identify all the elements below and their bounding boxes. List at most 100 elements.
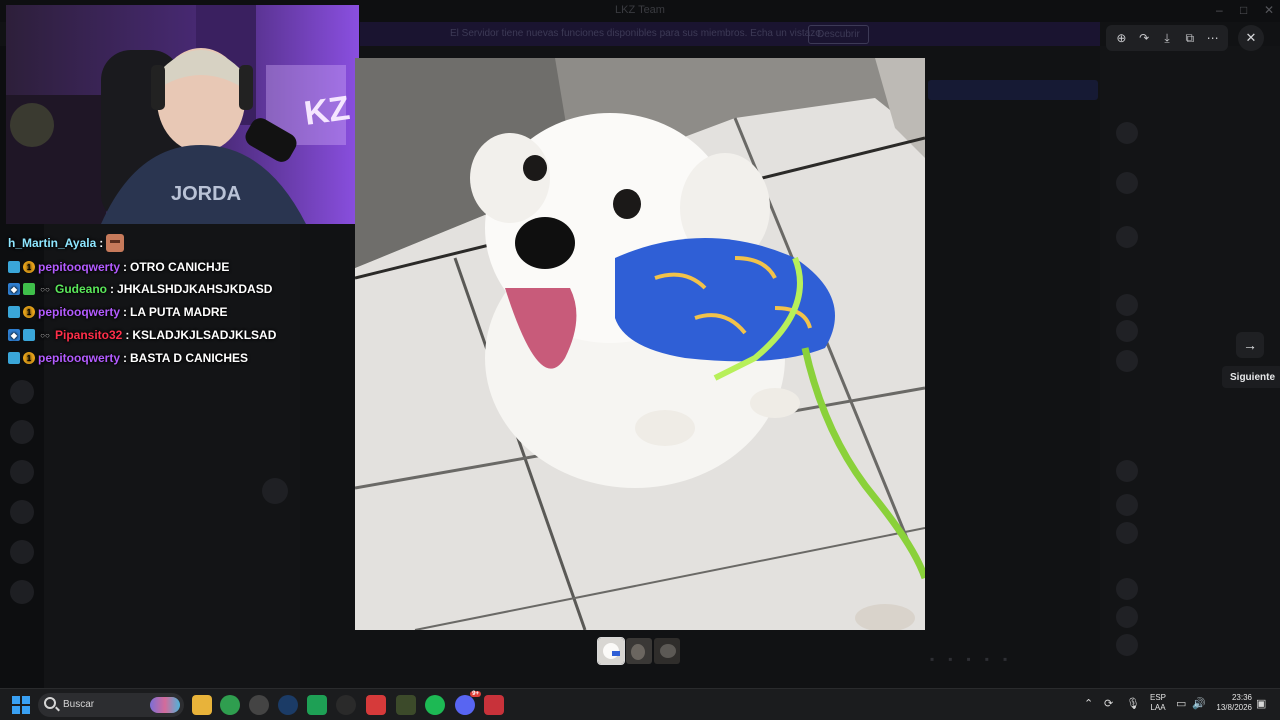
- server-icon[interactable]: [10, 380, 34, 404]
- close-viewer-button[interactable]: ✕: [1238, 25, 1264, 51]
- volume-icon[interactable]: 🔊: [1192, 697, 1206, 710]
- chat-message: LA PUTA MADRE: [130, 305, 228, 319]
- screen: LKZ Team – □ ✕ El Servidor tiene nuevas …: [0, 0, 1280, 720]
- svg-text:JORDA: JORDA: [171, 183, 241, 205]
- chat-line: ◆ ○○ Pipansito32 : KSLADJKJLSADJKLSAD: [8, 325, 276, 345]
- prime-badge-icon: [8, 352, 20, 364]
- chat-username: h_Martin_Ayala: [8, 236, 97, 250]
- prime-badge-icon: [23, 329, 35, 341]
- clock[interactable]: 23:36 13/8/2026: [1206, 693, 1252, 713]
- discord-icon[interactable]: 9+: [455, 691, 481, 715]
- windows-start-icon[interactable]: [12, 696, 30, 714]
- language-code: ESP: [1149, 693, 1166, 702]
- message-avatar: [262, 478, 288, 504]
- app-tool-icon[interactable]: [396, 695, 416, 715]
- vip-badge-icon: ◆: [8, 283, 20, 295]
- server-icon[interactable]: [10, 540, 34, 564]
- search-icon: [44, 697, 56, 709]
- webcam-overlay: KZ JORDA: [6, 5, 359, 224]
- epic-games-icon[interactable]: [336, 695, 356, 715]
- member-avatar: [1116, 172, 1138, 194]
- thumbnail[interactable]: [626, 638, 652, 664]
- member-avatar: [1116, 606, 1138, 628]
- chat-line: 1 pepitooqwerty : LA PUTA MADRE: [8, 302, 228, 322]
- member-avatar: [1116, 122, 1138, 144]
- sub-badge-icon: ○○: [40, 284, 50, 294]
- member-avatar: [1116, 522, 1138, 544]
- chat-username: pepitooqwerty: [38, 351, 121, 365]
- chat-separator: :: [110, 282, 115, 296]
- chat-separator: :: [125, 328, 130, 342]
- next-image-button[interactable]: →: [1236, 332, 1264, 358]
- chat-separator: :: [123, 305, 128, 319]
- bits-badge-icon: 1: [23, 261, 35, 273]
- thumbnail[interactable]: [597, 637, 625, 665]
- composer-icons: ▪▪▪▪▪: [930, 652, 1022, 666]
- app-red-icon[interactable]: [366, 695, 386, 715]
- taskbar-search[interactable]: Buscar: [38, 693, 184, 717]
- bits-badge-icon: 1: [23, 352, 35, 364]
- thumbnail-image: [626, 638, 652, 664]
- sheets-icon[interactable]: [307, 695, 327, 715]
- download-icon[interactable]: ⤓: [1157, 28, 1177, 48]
- window-close-icon[interactable]: ✕: [1264, 3, 1274, 17]
- next-tooltip: Siguiente: [1222, 366, 1280, 388]
- steam-icon[interactable]: [278, 695, 298, 715]
- chat-username: pepitooqwerty: [38, 305, 121, 319]
- network-icon[interactable]: ▭: [1176, 697, 1186, 710]
- viewer-toolbar: ⊕ ↷ ⤓ ⧉ ⋯: [1106, 25, 1228, 51]
- notice-banner: El Servidor tiene nuevas funciones dispo…: [360, 22, 1100, 46]
- member-avatar: [1116, 494, 1138, 516]
- close-icon: ✕: [1245, 30, 1257, 45]
- dimmed-pill: [928, 80, 1098, 100]
- chat-line: 1 pepitooqwerty : BASTA D CANICHES: [8, 348, 248, 368]
- gift-badge-icon: [23, 283, 35, 295]
- bits-badge-icon: 1: [23, 306, 35, 318]
- chat-username: Gudeano: [55, 282, 108, 296]
- chat-separator: :: [99, 236, 104, 250]
- more-icon[interactable]: ⋯: [1203, 28, 1223, 48]
- server-icon[interactable]: [10, 580, 34, 604]
- chat-separator: :: [123, 351, 128, 365]
- zoom-in-icon[interactable]: ⊕: [1111, 28, 1131, 48]
- minimize-icon[interactable]: –: [1216, 3, 1223, 17]
- thumbnail-image: [654, 638, 680, 664]
- file-explorer-icon[interactable]: [192, 695, 212, 715]
- app-news-icon[interactable]: [484, 695, 504, 715]
- chat-message: BASTA D CANICHES: [130, 351, 249, 365]
- viewer-image[interactable]: [355, 58, 925, 630]
- arrow-right-icon: →: [1243, 337, 1257, 353]
- forward-icon[interactable]: ↷: [1134, 28, 1154, 48]
- language-region: LAA: [1150, 703, 1166, 712]
- language-indicator[interactable]: ESP LAA: [1148, 693, 1168, 713]
- svg-text:KZ: KZ: [302, 89, 352, 133]
- chrome-icon[interactable]: [220, 695, 240, 715]
- clock-time: 23:36: [1231, 693, 1252, 702]
- spotify-icon[interactable]: [425, 695, 445, 715]
- open-external-icon[interactable]: ⧉: [1180, 28, 1200, 48]
- chat-message: JHKALSHDJKAHSJKDASD: [117, 282, 273, 296]
- maximize-icon[interactable]: □: [1240, 3, 1247, 17]
- chat-line: h_Martin_Ayala :: [8, 233, 125, 253]
- sync-icon[interactable]: ⟳: [1104, 697, 1113, 710]
- clock-date: 13/8/2026: [1216, 703, 1252, 712]
- sub-badge-icon: ○○: [40, 330, 50, 340]
- prime-badge-icon: [8, 261, 20, 273]
- microphone-icon[interactable]: 🎙: [1126, 697, 1140, 710]
- obs-icon[interactable]: [249, 695, 269, 715]
- member-avatar: [1116, 294, 1138, 316]
- chat-message: OTRO CANICHJE: [130, 260, 230, 274]
- server-icon[interactable]: [10, 500, 34, 524]
- member-avatar: [1116, 578, 1138, 600]
- server-icon[interactable]: [10, 420, 34, 444]
- member-avatar: [1116, 320, 1138, 342]
- thumbnail[interactable]: [654, 638, 680, 664]
- chat-line: 1 pepitooqwerty : OTRO CANICHJE: [8, 257, 229, 277]
- member-avatar: [1116, 350, 1138, 372]
- chevron-up-icon[interactable]: ⌃: [1084, 697, 1093, 710]
- banner-button[interactable]: Descubrir: [808, 25, 869, 44]
- notification-icon[interactable]: ▣: [1256, 697, 1266, 710]
- discord-badge: 9+: [470, 691, 481, 697]
- search-placeholder: Buscar: [63, 699, 95, 710]
- server-icon[interactable]: [10, 460, 34, 484]
